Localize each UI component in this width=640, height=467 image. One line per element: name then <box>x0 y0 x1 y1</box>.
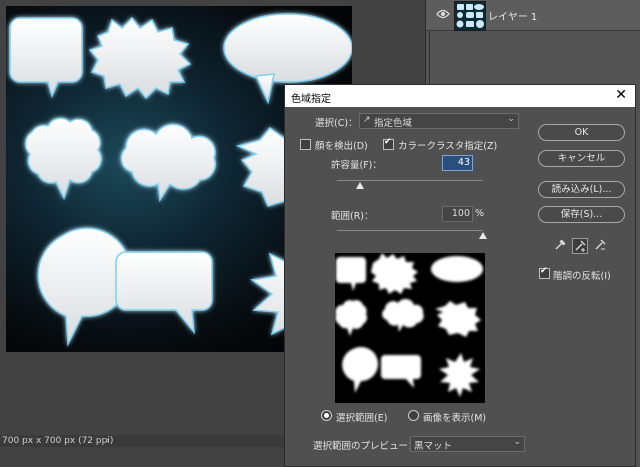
dialog-title: 色域指定 <box>291 94 331 105</box>
ok-button[interactable]: OK <box>538 124 625 141</box>
eyedropper-minus-icon[interactable] <box>593 238 607 252</box>
select-dropdown-value: 指定色域 <box>374 118 413 129</box>
selection-preview[interactable] <box>335 253 485 403</box>
invert-checkbox[interactable] <box>539 266 550 279</box>
color-range-dialog: 色域指定 ✕ 選択(C)： ↗ 指定色域 ⌄ 顔を検出(D) カラークラスタ指定… <box>285 85 635 466</box>
chevron-down-icon: ⌄ <box>507 114 515 124</box>
selection-preview-dropdown[interactable]: 黒マット ⌄ <box>410 436 525 452</box>
selection-preview-value: 黒マット <box>414 441 453 452</box>
invert-label: 階調の反転(I) <box>553 271 611 282</box>
localized-clusters-label: カラークラスタ指定(Z) <box>398 141 498 152</box>
range-input[interactable]: 100 <box>442 206 473 222</box>
dialog-titlebar[interactable]: 色域指定 ✕ <box>285 85 635 107</box>
load-button[interactable]: 読み込み(L)... <box>538 181 625 198</box>
radio-image[interactable] <box>408 410 419 421</box>
eyedropper-small-icon: ↗ <box>363 115 371 125</box>
layer-name[interactable]: レイヤー 1 <box>488 8 537 23</box>
fuzziness-input[interactable]: 43 <box>442 155 473 171</box>
range-slider-thumb[interactable] <box>479 232 487 239</box>
eyedropper-icon[interactable] <box>553 238 567 252</box>
radio-selection-label: 選択範囲(E) <box>336 413 388 424</box>
radio-selection[interactable] <box>321 410 332 421</box>
eye-icon[interactable] <box>436 9 450 19</box>
localized-clusters-checkbox[interactable] <box>383 137 394 150</box>
radio-image-label: 画像を表示(M) <box>423 413 487 424</box>
close-icon[interactable]: ✕ <box>615 87 627 103</box>
select-dropdown[interactable]: ↗ 指定色域 ⌄ <box>359 113 519 129</box>
layer-row[interactable]: レイヤー 1 <box>426 0 640 31</box>
range-label: 範囲(R)： <box>331 211 374 222</box>
fuzziness-label: 許容量(F)： <box>331 160 382 171</box>
detect-faces-checkbox[interactable] <box>300 139 311 150</box>
fuzziness-slider-thumb[interactable] <box>356 182 365 189</box>
fuzziness-slider-track[interactable] <box>337 180 483 181</box>
select-label: 選択(C)： <box>315 118 358 129</box>
selection-mask-preview <box>335 253 485 403</box>
status-menu-arrow-icon[interactable]: › <box>106 435 110 447</box>
save-button[interactable]: 保存(S)... <box>538 206 625 223</box>
eyedropper-plus-icon[interactable] <box>572 238 588 254</box>
range-slider-track[interactable] <box>337 230 483 231</box>
detect-faces-label: 顔を検出(D) <box>315 141 368 152</box>
selection-preview-label: 選択範囲のプレビュー： <box>313 441 418 452</box>
chevron-down-icon: ⌄ <box>513 437 521 447</box>
document-size-text: 700 px x 700 px (72 ppi) <box>2 436 114 446</box>
layer-thumbnail[interactable] <box>454 1 486 31</box>
range-unit: % <box>475 208 485 219</box>
cancel-button[interactable]: キャンセル <box>538 150 625 167</box>
